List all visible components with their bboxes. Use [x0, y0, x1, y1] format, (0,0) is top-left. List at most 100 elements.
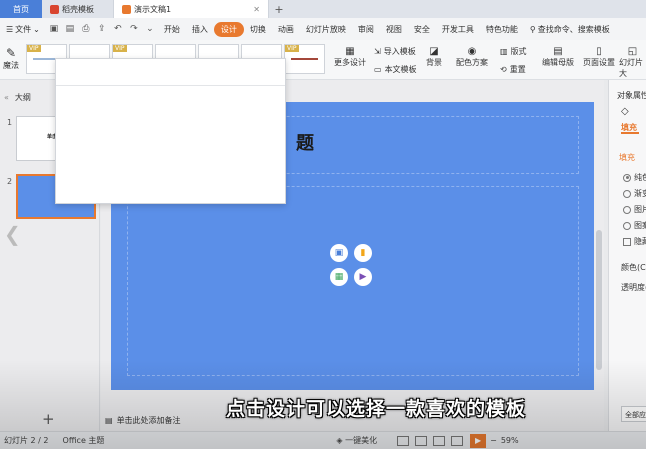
- menu-item-features[interactable]: 特色功能: [480, 22, 524, 37]
- status-bar: 幻灯片 2 / 2 Office 主题 ◈ 一键美化 ▶ − 59%: [0, 431, 646, 449]
- chevron-left-icon[interactable]: ❮: [4, 222, 21, 246]
- tab-templates[interactable]: 稻壳模板: [42, 0, 114, 18]
- sorter-view-icon[interactable]: [433, 435, 446, 446]
- reading-view-icon[interactable]: [451, 435, 464, 446]
- template-icon: ▭: [374, 65, 382, 74]
- fill-option-gradient[interactable]: 渐变: [623, 188, 646, 199]
- vip-badge: VIP: [113, 45, 127, 52]
- radio-icon: [623, 205, 631, 214]
- insert-picture-icon[interactable]: ▣: [330, 244, 348, 262]
- fill-option-picture[interactable]: 图片: [623, 204, 646, 215]
- close-icon[interactable]: ✕: [253, 5, 260, 14]
- design-thumb[interactable]: VIP: [284, 44, 325, 74]
- tab-home[interactable]: 首页: [0, 0, 42, 18]
- file-menu[interactable]: ☰ 文件 ⌄: [4, 24, 46, 35]
- fill-option-solid[interactable]: 纯色: [623, 172, 646, 183]
- template-gallery-dropdown[interactable]: [55, 58, 286, 204]
- zoom-level[interactable]: 59%: [501, 436, 519, 445]
- vip-badge: VIP: [285, 45, 299, 52]
- wps-presentation-window: 首页 稻壳模板 演示文稿1 ✕ + ☰ 文件 ⌄ ▣ ▤ ⎙ ⇪ ↶ ↷ ⌄ 开…: [0, 0, 646, 449]
- hamburger-icon: ☰: [6, 24, 14, 34]
- notes-toggle-icon[interactable]: [397, 435, 410, 446]
- apply-all-button[interactable]: 全部应用: [621, 406, 646, 422]
- more-designs-label: 更多设计: [334, 58, 366, 67]
- insert-chart-icon[interactable]: ▮: [354, 244, 372, 262]
- theme-name[interactable]: Office 主题: [63, 435, 105, 446]
- menu-item-review[interactable]: 审阅: [352, 22, 380, 37]
- layout-button[interactable]: ▥ 版式: [500, 46, 527, 57]
- redo-icon[interactable]: ↷: [128, 23, 140, 35]
- play-slideshow-button[interactable]: ▶: [470, 433, 487, 448]
- menu-item-view[interactable]: 视图: [380, 22, 408, 37]
- option-label: 隐藏: [634, 237, 646, 246]
- zoom-out-icon[interactable]: −: [490, 436, 497, 445]
- insert-video-icon[interactable]: ▶: [354, 268, 372, 286]
- vertical-scrollbar[interactable]: [595, 80, 603, 431]
- pane-tabs: « 大纲: [0, 92, 31, 103]
- option-label: 图案: [634, 221, 646, 230]
- layout-label: 版式: [510, 47, 527, 56]
- page-setup-button[interactable]: ▯ 页面设置: [583, 46, 615, 68]
- apply-all-label: 全部应用: [625, 411, 646, 419]
- menu-item-transition[interactable]: 切换: [244, 22, 272, 37]
- notes-area[interactable]: ▤ 单击此处添加备注: [105, 415, 181, 426]
- menu-item-security[interactable]: 安全: [408, 22, 436, 37]
- beautify-label: 一键美化: [345, 436, 378, 445]
- menu-item-animation[interactable]: 动画: [272, 22, 300, 37]
- add-slide-button[interactable]: +: [42, 410, 55, 428]
- beautify-button[interactable]: ◈ 一键美化: [336, 435, 377, 446]
- fill-option-pattern[interactable]: 图案: [623, 220, 646, 231]
- search-icon: ⚲: [529, 24, 536, 34]
- this-template-button[interactable]: ▭ 本文模板: [374, 64, 417, 75]
- color-scheme-button[interactable]: ◉ 配色方案: [456, 46, 488, 68]
- magic-button[interactable]: ✎ 魔法: [3, 46, 19, 71]
- hide-background-checkbox[interactable]: 隐藏: [623, 236, 646, 247]
- grid-icon: ▦: [345, 46, 355, 57]
- option-label: 渐变: [634, 189, 646, 198]
- print-preview-icon[interactable]: ▤: [64, 23, 76, 35]
- print-icon[interactable]: ⎙: [80, 23, 92, 35]
- tab-document[interactable]: 演示文稿1 ✕: [114, 0, 269, 18]
- menu-item-insert[interactable]: 插入: [186, 22, 214, 37]
- menu-item-slideshow[interactable]: 幻灯片放映: [300, 22, 352, 37]
- menu-bar: ☰ 文件 ⌄ ▣ ▤ ⎙ ⇪ ↶ ↷ ⌄ 开始 插入 设计 切换 动画 幻灯片放…: [0, 18, 646, 40]
- checkbox-icon: [623, 237, 631, 246]
- tab-outline[interactable]: 大纲: [15, 92, 31, 103]
- more-designs-button[interactable]: ▦ 更多设计: [334, 46, 366, 68]
- command-search[interactable]: ⚲ 查找命令、搜索模板: [530, 24, 610, 35]
- menu-item-developer[interactable]: 开发工具: [436, 22, 480, 37]
- slide-counter: 幻灯片 2 / 2: [4, 436, 49, 445]
- export-icon[interactable]: ⇪: [96, 23, 108, 35]
- layout-icon: ▥: [500, 47, 508, 56]
- fill-bucket-icon[interactable]: ◇: [621, 106, 629, 117]
- slide-number: 2: [7, 177, 13, 186]
- edit-master-button[interactable]: ▤ 编辑母版: [542, 46, 574, 68]
- undo-icon[interactable]: ↶: [112, 23, 124, 35]
- video-caption: 点击设计可以选择一款喜欢的模板: [226, 398, 527, 420]
- slide-size-button[interactable]: ◱ 幻灯片大: [619, 46, 646, 79]
- normal-view-icon[interactable]: [415, 435, 428, 446]
- radio-icon: [623, 221, 631, 230]
- insert-table-icon[interactable]: ▦: [330, 268, 348, 286]
- collapse-icon[interactable]: «: [4, 93, 9, 102]
- dropdown-divider: [56, 85, 285, 86]
- background-label: 背景: [426, 58, 442, 67]
- this-template-label: 本文模板: [384, 65, 417, 74]
- save-icon[interactable]: ▣: [48, 23, 60, 35]
- new-tab-button[interactable]: +: [269, 0, 289, 18]
- object-properties-pane: 对象属性 ◇ 填充 填充 纯色 渐变 图片 图案 隐藏 颜色(C) 透明度( 全…: [608, 80, 646, 431]
- transparency-label: 透明度(: [621, 283, 646, 292]
- menu-item-design[interactable]: 设计: [213, 21, 244, 37]
- import-template-button[interactable]: ⇲ 导入模板: [374, 46, 416, 57]
- scrollbar-thumb[interactable]: [596, 230, 602, 370]
- import-template-label: 导入模板: [383, 47, 416, 56]
- title-tab-bar: 首页 稻壳模板 演示文稿1 ✕ +: [0, 0, 646, 18]
- reset-button[interactable]: ⟲ 重置: [500, 64, 526, 75]
- radio-icon: [623, 173, 631, 182]
- more-icon[interactable]: ⌄: [144, 23, 156, 35]
- menu-item-start[interactable]: 开始: [158, 22, 186, 37]
- background-button[interactable]: ◪ 背景: [426, 46, 442, 68]
- edit-master-label: 编辑母版: [542, 58, 574, 67]
- fill-section-header[interactable]: 填充: [619, 152, 635, 163]
- slide-title: 题: [296, 133, 314, 154]
